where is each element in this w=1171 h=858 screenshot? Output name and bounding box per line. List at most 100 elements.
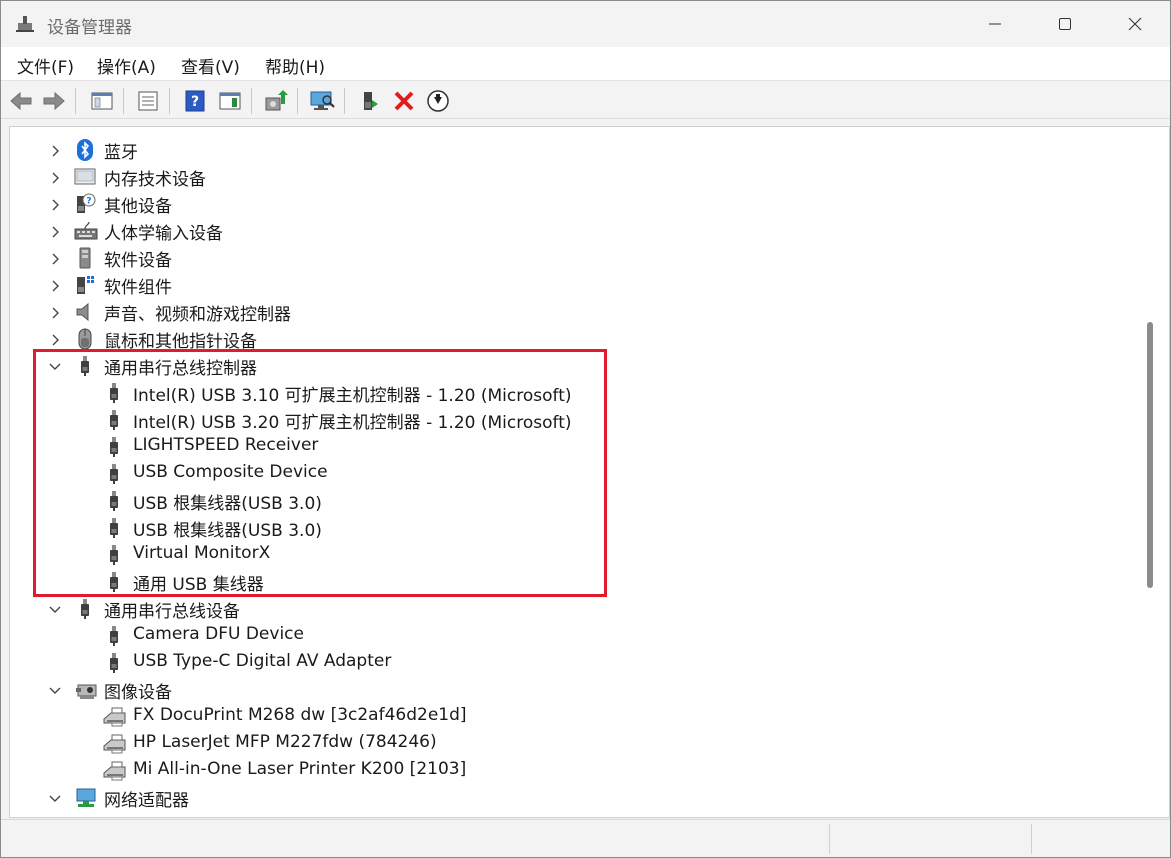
chevron-down-icon[interactable] (48, 791, 62, 805)
imaging-device-icon (74, 679, 97, 701)
scan-hardware-icon (310, 91, 335, 110)
chevron-down-icon[interactable] (48, 359, 62, 373)
minimize-icon (989, 23, 1001, 25)
scan-hardware-button[interactable] (309, 88, 335, 114)
tree-category-row[interactable]: ? 其他设备 (10, 190, 1138, 217)
tree-category-row[interactable]: 鼠标和其他指针设备 (10, 325, 1138, 352)
disable-device-icon (427, 90, 449, 112)
tree-device-row[interactable]: Virtual MonitorX (10, 541, 1138, 568)
title-bar[interactable]: 设备管理器 (1, 1, 1170, 47)
tree-category-row[interactable]: 蓝牙 (10, 136, 1138, 163)
disable-device-button[interactable] (425, 88, 451, 114)
chevron-right-icon[interactable] (48, 251, 62, 265)
menu-file[interactable]: 文件(F) (17, 53, 74, 78)
chevron-right-icon[interactable] (48, 305, 62, 319)
help-button[interactable]: ? (182, 88, 208, 114)
chevron-right-icon[interactable] (48, 197, 62, 211)
tree-device-row[interactable]: LIGHTSPEED Receiver (10, 433, 1138, 460)
tree-device-row[interactable]: Mi All-in-One Laser Printer K200 [2103] (10, 757, 1138, 784)
tree-category-row[interactable]: 通用串行总线控制器 (10, 352, 1138, 379)
back-button[interactable] (8, 88, 34, 114)
usb-icon (74, 355, 96, 377)
usb-icon (103, 544, 125, 566)
uninstall-device-button[interactable] (391, 88, 417, 114)
category-label: 其他设备 (104, 197, 172, 217)
memory-device-icon (74, 166, 96, 188)
tree-device-row[interactable]: USB Type-C Digital AV Adapter (10, 649, 1138, 676)
device-tree-pane[interactable]: 蓝牙内存技术设备? 其他设备 人体学输入设备 软件设备 软件组件 声音、视频和游戏控制器鼠… (9, 126, 1170, 818)
chevron-right-icon[interactable] (48, 278, 62, 292)
tree-device-row[interactable]: USB 根集线器(USB 3.0) (10, 514, 1138, 541)
toolbar-separator (251, 88, 252, 114)
device-label: FX DocuPrint M268 dw [3c2af46d2e1d] (133, 705, 467, 725)
tree-category-row[interactable]: 软件组件 (10, 271, 1138, 298)
usb-icon (103, 652, 125, 674)
chevron-right-icon[interactable] (48, 170, 62, 184)
properties-icon (138, 91, 158, 111)
svg-text:?: ? (86, 197, 91, 207)
category-label: 通用串行总线设备 (104, 602, 240, 622)
show-hide-console-tree-icon (91, 92, 113, 110)
enable-device-button[interactable] (358, 88, 384, 114)
category-label: 鼠标和其他指针设备 (104, 332, 257, 352)
menu-view[interactable]: 查看(V) (181, 53, 240, 78)
usb-icon (103, 382, 125, 404)
chevron-right-icon[interactable] (48, 332, 62, 346)
svg-text:?: ? (191, 94, 199, 110)
toolbar-separator (169, 88, 170, 114)
status-separator (1031, 824, 1032, 854)
tree-category-row[interactable]: 内存技术设备 (10, 163, 1138, 190)
other-device-icon: ? (74, 193, 96, 215)
device-label: USB 根集线器(USB 3.0) (133, 521, 322, 541)
device-label: Intel(R) USB 3.10 可扩展主机控制器 - 1.20 (Micro… (133, 386, 572, 406)
tree-category-row[interactable]: 通用串行总线设备 (10, 595, 1138, 622)
tree-category-row[interactable]: 图像设备 (10, 676, 1138, 703)
tree-device-row[interactable]: Camera DFU Device (10, 622, 1138, 649)
toolbar-separator (123, 88, 124, 114)
device-label: Camera DFU Device (133, 624, 304, 644)
toolbar-separator (75, 88, 76, 114)
help-icon: ? (185, 90, 205, 112)
network-adapter-icon (74, 787, 96, 809)
properties-button[interactable] (135, 88, 161, 114)
tree-device-row[interactable]: Intel(R) USB 3.10 可扩展主机控制器 - 1.20 (Micro… (10, 379, 1138, 406)
chevron-right-icon[interactable] (48, 224, 62, 238)
menu-action[interactable]: 操作(A) (97, 53, 156, 78)
tree-device-row[interactable]: HP LaserJet MFP M227fdw (784246) (10, 730, 1138, 757)
device-label: USB 根集线器(USB 3.0) (133, 494, 322, 514)
minimize-button[interactable] (960, 1, 1030, 47)
update-driver-button[interactable] (263, 88, 289, 114)
chevron-right-icon[interactable] (48, 143, 62, 157)
forward-button[interactable] (41, 88, 67, 114)
hid-device-icon (74, 220, 98, 242)
tree-category-row[interactable]: 声音、视频和游戏控制器 (10, 298, 1138, 325)
tree-device-row[interactable]: 通用 USB 集线器 (10, 568, 1138, 595)
tree-category-row[interactable]: 网络适配器 (10, 784, 1138, 811)
chevron-down-icon[interactable] (48, 602, 62, 616)
tree-device-row[interactable]: Intel(R) USB 3.20 可扩展主机控制器 - 1.20 (Micro… (10, 406, 1138, 433)
tree-device-row[interactable]: USB 根集线器(USB 3.0) (10, 487, 1138, 514)
toolbar-separator (344, 88, 345, 114)
vertical-scrollbar[interactable] (1139, 127, 1169, 817)
device-label: Intel(R) USB 3.20 可扩展主机控制器 - 1.20 (Micro… (133, 413, 572, 433)
usb-icon (103, 517, 125, 539)
usb-icon (103, 409, 125, 431)
device-label: Virtual MonitorX (133, 543, 271, 563)
action-pane-button[interactable] (217, 88, 243, 114)
maximize-button[interactable] (1030, 1, 1100, 47)
category-label: 蓝牙 (104, 143, 138, 163)
close-button[interactable] (1100, 1, 1170, 47)
tree-category-row[interactable]: 人体学输入设备 (10, 217, 1138, 244)
tree-device-row[interactable]: USB Composite Device (10, 460, 1138, 487)
update-driver-icon (265, 90, 288, 111)
action-pane-icon (219, 92, 241, 110)
tree-device-row[interactable]: FX DocuPrint M268 dw [3c2af46d2e1d] (10, 703, 1138, 730)
usb-icon (103, 625, 125, 647)
scrollbar-thumb[interactable] (1147, 322, 1153, 588)
category-label: 内存技术设备 (104, 170, 206, 190)
tree-category-row[interactable]: 软件设备 (10, 244, 1138, 271)
show-hide-console-tree-button[interactable] (89, 88, 115, 114)
usb-icon (74, 598, 96, 620)
chevron-down-icon[interactable] (48, 683, 62, 697)
menu-help[interactable]: 帮助(H) (265, 53, 325, 78)
